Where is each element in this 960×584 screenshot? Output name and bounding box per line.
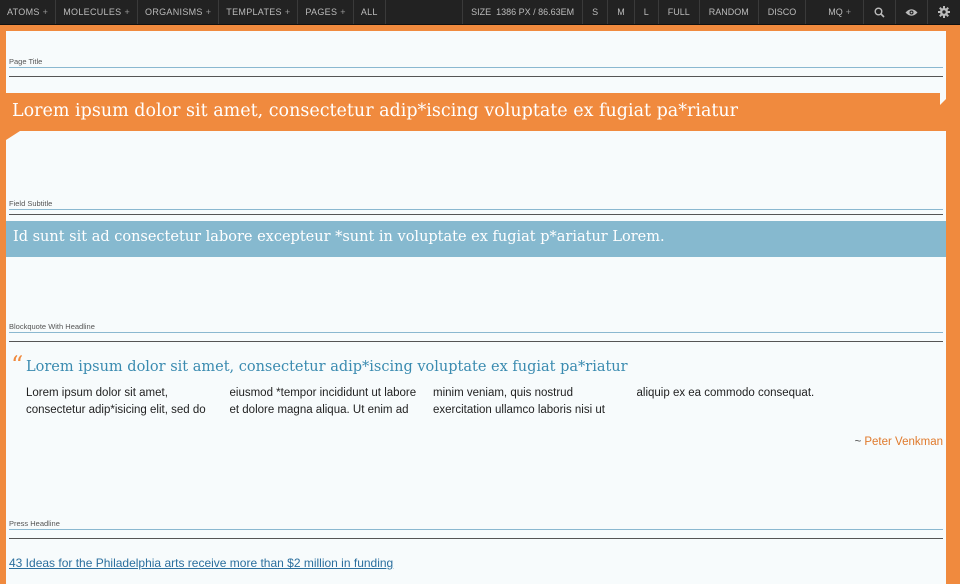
press-headline-link[interactable]: 43 Ideas for the Philadelphia arts recei…: [9, 556, 393, 570]
nav-all[interactable]: ALL: [354, 0, 386, 24]
mq-menu[interactable]: MQ +: [806, 0, 864, 24]
pattern-header-field-subtitle: Field Subtitle: [9, 199, 943, 215]
divider: [9, 332, 943, 333]
size-medium-button[interactable]: M: [608, 0, 635, 24]
size-readout: SIZE 1386 PX / 86.63EM: [463, 0, 584, 24]
nav-molecules[interactable]: MOLECULES +: [56, 0, 139, 24]
view-toggle-button[interactable]: [896, 0, 928, 24]
search-icon: [874, 7, 885, 18]
eye-icon: [905, 8, 918, 16]
divider: [9, 67, 943, 68]
nav-templates[interactable]: TEMPLATES +: [219, 0, 299, 24]
gear-icon: [938, 6, 950, 18]
pattern-viewport: Page Title Lorem ipsum dolor sit amet, c…: [6, 31, 946, 584]
blockquote-headline: Lorem ipsum dolor sit amet, consectetur …: [26, 359, 628, 375]
size-full-button[interactable]: FULL: [659, 0, 700, 24]
pattern-header-press-headline: Press Headline: [9, 519, 943, 539]
pattern-label: Field Subtitle: [9, 199, 53, 208]
pattern-lab-toolbar: ATOMS + MOLECULES + ORGANISMS + TEMPLATES + …: [0, 0, 960, 25]
divider: [9, 76, 943, 77]
pattern-label: Page Title: [9, 57, 43, 66]
pattern-label: Press Headline: [9, 519, 60, 528]
pattern-header-page-title: Page Title: [9, 57, 943, 77]
nav-organisms[interactable]: ORGANISMS +: [138, 0, 220, 24]
divider: [9, 529, 943, 530]
nav-pages[interactable]: PAGES +: [298, 0, 354, 24]
size-small-button[interactable]: S: [583, 0, 609, 24]
toolbar-spacer: [386, 0, 464, 24]
size-large-button[interactable]: L: [635, 0, 659, 24]
citation-name: Peter Venkman: [864, 436, 943, 448]
pattern-label: Blockquote With Headline: [9, 322, 95, 331]
size-random-button[interactable]: RANDOM: [700, 0, 759, 24]
divider: [9, 214, 943, 215]
search-button[interactable]: [864, 0, 896, 24]
divider: [9, 209, 943, 210]
banner-tail: [6, 131, 20, 140]
page-title: Lorem ipsum dolor sit amet, consectetur …: [6, 93, 946, 131]
blockquote-citation: ~ Peter Venkman: [854, 436, 943, 448]
divider: [9, 538, 943, 539]
nav-atoms[interactable]: ATOMS +: [0, 0, 57, 24]
banner-notch: [940, 93, 946, 105]
size-value: 1386 PX / 86.63EM: [496, 7, 575, 17]
quote-mark-icon: “: [11, 351, 24, 379]
pattern-header-blockquote: Blockquote With Headline: [9, 322, 943, 342]
size-disco-button[interactable]: DISCO: [759, 0, 807, 24]
field-subtitle: Id sunt sit ad consectetur labore except…: [6, 221, 946, 257]
settings-button[interactable]: [928, 0, 960, 24]
divider: [9, 341, 943, 342]
blockquote-body: Lorem ipsum dolor sit amet, consectetur …: [26, 387, 815, 416]
